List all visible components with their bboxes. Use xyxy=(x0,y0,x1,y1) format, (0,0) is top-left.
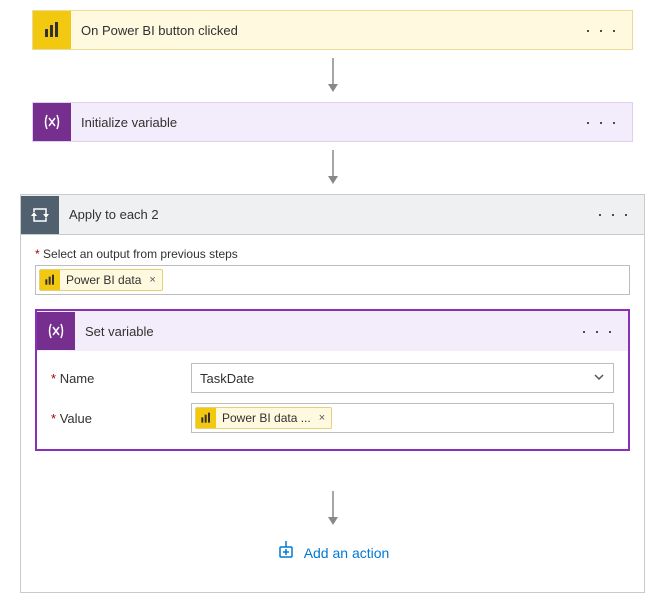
set-variable-header[interactable]: Set variable · · · xyxy=(37,311,628,351)
apply-to-each-body: * Select an output from previous steps P… xyxy=(21,235,644,592)
name-field-label: * Name xyxy=(51,371,191,386)
apply-to-each-menu-button[interactable]: · · · xyxy=(583,204,644,225)
token-label: Power BI data xyxy=(66,273,141,287)
dynamic-token[interactable]: Power BI data ... × xyxy=(195,407,332,429)
token-remove-button[interactable]: × xyxy=(149,274,155,286)
chevron-down-icon xyxy=(593,371,605,386)
set-variable-card: Set variable · · · * Name TaskDate xyxy=(35,309,630,451)
init-var-title: Initialize variable xyxy=(71,115,571,130)
add-step-icon xyxy=(276,541,296,564)
add-action-button[interactable]: Add an action xyxy=(35,541,630,584)
add-action-label: Add an action xyxy=(304,545,390,561)
power-bi-icon xyxy=(40,270,60,290)
connector-arrow xyxy=(0,50,665,102)
initialize-variable-card[interactable]: Initialize variable · · · xyxy=(32,102,633,142)
value-field-label: * Value xyxy=(51,411,191,426)
name-select-value: TaskDate xyxy=(200,371,254,386)
token-label: Power BI data ... xyxy=(222,411,311,425)
set-variable-title: Set variable xyxy=(75,324,567,339)
flow-canvas: On Power BI button clicked · · · Initial… xyxy=(0,10,665,593)
set-variable-menu-button[interactable]: · · · xyxy=(567,321,628,342)
trigger-menu-button[interactable]: · · · xyxy=(571,20,632,41)
init-var-menu-button[interactable]: · · · xyxy=(571,112,632,133)
select-output-label: * Select an output from previous steps xyxy=(35,247,630,261)
select-output-input[interactable]: Power BI data × xyxy=(35,265,630,295)
trigger-title: On Power BI button clicked xyxy=(71,23,571,38)
loop-icon xyxy=(21,196,59,234)
power-bi-icon xyxy=(196,408,216,428)
required-asterisk: * xyxy=(51,371,56,386)
connector-arrow xyxy=(0,142,665,194)
name-select[interactable]: TaskDate xyxy=(191,363,614,393)
token-remove-button[interactable]: × xyxy=(319,412,325,424)
apply-to-each-title: Apply to each 2 xyxy=(59,207,583,222)
required-asterisk: * xyxy=(51,411,56,426)
apply-to-each-header[interactable]: Apply to each 2 · · · xyxy=(21,195,644,235)
variable-icon xyxy=(37,312,75,350)
set-variable-body: * Name TaskDate xyxy=(37,351,628,449)
connector-arrow xyxy=(35,461,630,541)
apply-to-each-container: Apply to each 2 · · · * Select an output… xyxy=(20,194,645,593)
dynamic-token[interactable]: Power BI data × xyxy=(39,269,163,291)
required-asterisk: * xyxy=(35,247,40,261)
power-bi-icon xyxy=(33,11,71,49)
value-input[interactable]: Power BI data ... × xyxy=(191,403,614,433)
trigger-card[interactable]: On Power BI button clicked · · · xyxy=(32,10,633,50)
variable-icon xyxy=(33,103,71,141)
